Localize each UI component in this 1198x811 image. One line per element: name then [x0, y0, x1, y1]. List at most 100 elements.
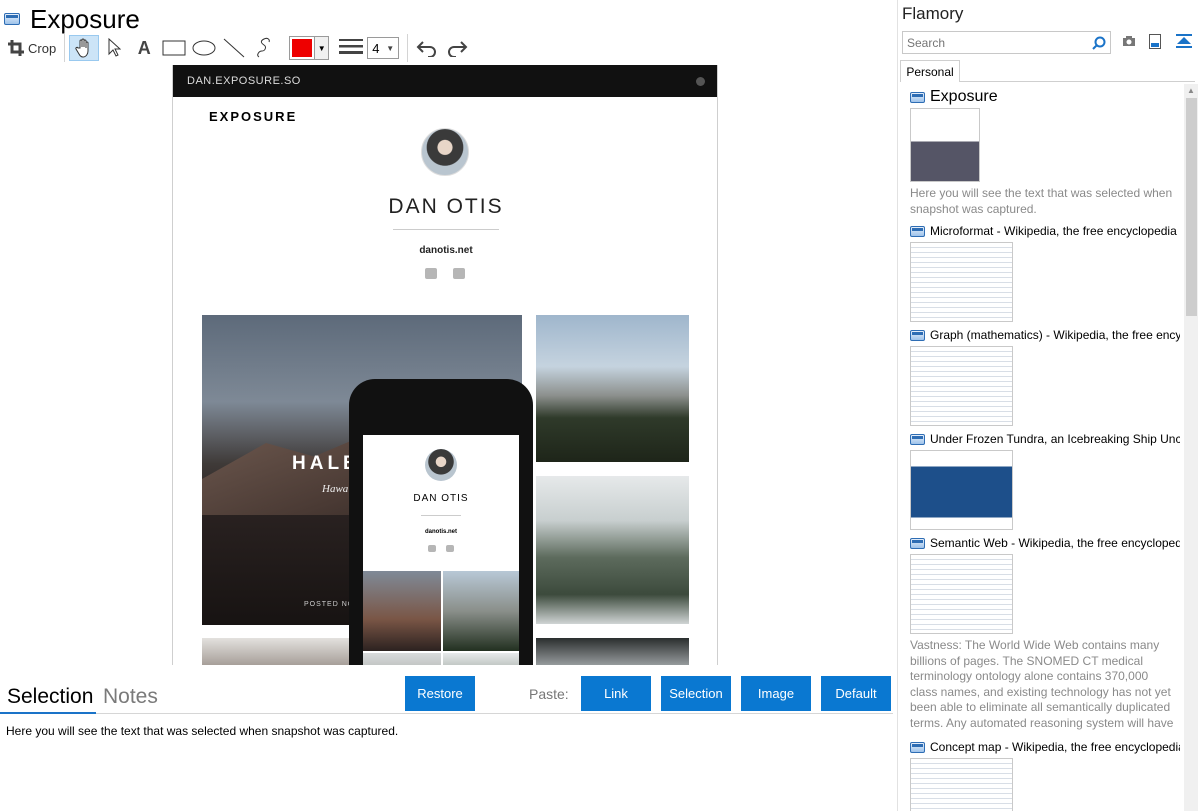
- ellipse-icon: [192, 40, 216, 56]
- scrollbar[interactable]: ▲: [1184, 84, 1198, 811]
- photo-tile: [443, 571, 519, 651]
- phone-profile-name: DAN OTIS: [413, 493, 469, 504]
- tab-personal[interactable]: Personal: [900, 60, 960, 82]
- social-links: [428, 545, 454, 552]
- item-title: Microformat - Wikipedia, the free encycl…: [930, 224, 1177, 238]
- window-icon: [910, 329, 925, 341]
- crop-icon: [8, 40, 24, 56]
- item-title: Semantic Web - Wikipedia, the free encyc…: [930, 536, 1180, 550]
- twitter-icon: [428, 545, 436, 552]
- hand-icon: [75, 38, 93, 58]
- chevron-down-icon: ▼: [314, 37, 329, 59]
- text-tool-button[interactable]: A: [129, 35, 159, 61]
- line-width-icon: [339, 37, 364, 60]
- list-item[interactable]: Under Frozen Tundra, an Icebreaking Ship…: [910, 430, 1183, 530]
- twitter-icon: [425, 268, 437, 279]
- pointer-icon: [107, 38, 122, 58]
- item-title: Exposure: [930, 88, 998, 105]
- toolbar: Crop A ▼ 4 ▼: [4, 34, 472, 62]
- item-header: Exposure: [910, 88, 1183, 106]
- window-icon: [910, 537, 925, 549]
- color-swatch: [292, 39, 313, 57]
- window-icon: [910, 433, 925, 445]
- freehand-icon: [255, 37, 273, 59]
- scroll-up-icon[interactable]: ▲: [1187, 86, 1195, 95]
- hero-subtitle: Hawa: [322, 483, 349, 495]
- rectangle-tool-button[interactable]: [159, 35, 189, 61]
- forest-photo: [536, 476, 689, 624]
- avatar: [421, 128, 469, 176]
- redo-button[interactable]: [442, 35, 472, 61]
- paste-default-button[interactable]: Default: [821, 676, 891, 711]
- toolbar-divider: [64, 34, 66, 62]
- ellipse-tool-button[interactable]: [189, 35, 219, 61]
- line-width-value-box[interactable]: 4 ▼: [367, 37, 400, 59]
- window-icon: [910, 741, 925, 753]
- freehand-tool-button[interactable]: [249, 35, 279, 61]
- phone-profile-url: danotis.net: [424, 529, 457, 535]
- site-logo: EXPOSURE: [209, 109, 298, 124]
- social-links: [425, 268, 465, 279]
- divider: [421, 515, 461, 516]
- search-icon[interactable]: [1092, 36, 1106, 55]
- page-title: Exposure: [30, 4, 140, 34]
- tab-selection[interactable]: Selection: [7, 683, 93, 711]
- select-tool-button[interactable]: [99, 35, 129, 61]
- collapse-icon[interactable]: [1176, 34, 1192, 54]
- selection-text: Here you will see the text that was sele…: [6, 724, 399, 738]
- scrollbar-thumb[interactable]: [1186, 98, 1197, 316]
- paste-link-button[interactable]: Link: [581, 676, 651, 711]
- item-title: Graph (mathematics) - Wikipedia, the fre…: [930, 328, 1180, 342]
- item-description: Here you will see the text that was sele…: [910, 186, 1173, 216]
- list-item[interactable]: Semantic Web - Wikipedia, the free encyc…: [910, 534, 1183, 730]
- list-item[interactable]: Microformat - Wikipedia, the free encycl…: [910, 222, 1183, 322]
- divider: [393, 229, 499, 230]
- document-icon[interactable]: [1149, 34, 1161, 54]
- paste-image-button[interactable]: Image: [741, 676, 811, 711]
- camera-icon[interactable]: [1122, 34, 1136, 52]
- item-description: Vastness: The World Wide Web contains ma…: [910, 638, 1174, 730]
- tab-baseline: [960, 81, 1195, 82]
- item-title: Under Frozen Tundra, an Icebreaking Ship…: [930, 432, 1180, 446]
- tab-notes[interactable]: Notes: [103, 683, 158, 711]
- list-item[interactable]: Concept map - Wikipedia, the free encycl…: [910, 738, 1183, 811]
- undo-button[interactable]: [412, 35, 442, 61]
- line-width-select[interactable]: 4 ▼: [339, 37, 400, 60]
- photo-tile: [363, 571, 441, 651]
- profile-name: DAN OTIS: [388, 195, 504, 218]
- paste-selection-button[interactable]: Selection: [661, 676, 731, 711]
- text-icon: A: [137, 37, 151, 58]
- instagram-icon: [453, 268, 465, 279]
- crop-button[interactable]: Crop: [4, 35, 60, 61]
- toolbar-divider: [407, 34, 409, 62]
- rectangle-icon: [162, 40, 186, 56]
- mountain-photo: [536, 315, 689, 462]
- paste-label: Paste:: [529, 686, 569, 702]
- phone-mockup: DAN OTIS danotis.net: [349, 379, 533, 665]
- chevron-down-icon: ▼: [386, 43, 395, 53]
- undo-icon: [416, 39, 438, 57]
- hand-tool-button[interactable]: [69, 35, 100, 61]
- list-item[interactable]: Exposure Here you will see the text that…: [910, 88, 1183, 217]
- thumbnail: [910, 346, 1013, 426]
- thumbnail: [910, 758, 1013, 811]
- window-icon: [910, 91, 925, 103]
- panel-title: Flamory: [902, 4, 964, 23]
- thumbnail: [910, 554, 1013, 634]
- phone-screen: DAN OTIS danotis.net: [363, 435, 519, 665]
- item-header: Under Frozen Tundra, an Icebreaking Ship…: [910, 430, 1183, 448]
- line-tool-button[interactable]: [219, 35, 249, 61]
- search-box: [902, 31, 1111, 54]
- photo-tile: [443, 653, 519, 665]
- snapshot-url: DAN.EXPOSURE.SO: [187, 75, 301, 87]
- menu-dot-icon: [696, 77, 705, 86]
- line-width-value: 4: [372, 40, 380, 56]
- restore-button[interactable]: Restore: [405, 676, 475, 711]
- search-input[interactable]: [903, 35, 1083, 50]
- snapshot-list: Exposure Here you will see the text that…: [898, 84, 1183, 811]
- list-item[interactable]: Graph (mathematics) - Wikipedia, the fre…: [910, 326, 1183, 426]
- color-picker[interactable]: ▼: [289, 36, 330, 60]
- item-header: Graph (mathematics) - Wikipedia, the fre…: [910, 326, 1183, 344]
- item-header: Microformat - Wikipedia, the free encycl…: [910, 222, 1183, 240]
- snapshot-canvas[interactable]: DAN.EXPOSURE.SO EXPOSURE DAN OTIS danoti…: [172, 65, 718, 665]
